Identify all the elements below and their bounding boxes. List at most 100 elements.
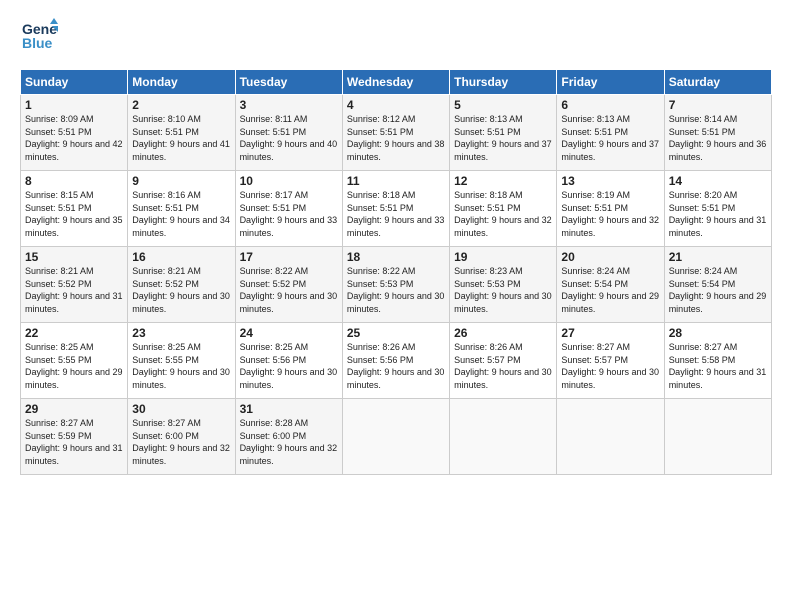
day-info: Sunrise: 8:27 AM Sunset: 5:58 PM Dayligh… <box>669 341 767 391</box>
day-info: Sunrise: 8:27 AM Sunset: 5:57 PM Dayligh… <box>561 341 659 391</box>
calendar-cell: 13Sunrise: 8:19 AM Sunset: 5:51 PM Dayli… <box>557 171 664 247</box>
day-number: 30 <box>132 402 230 416</box>
calendar-cell: 11Sunrise: 8:18 AM Sunset: 5:51 PM Dayli… <box>342 171 449 247</box>
calendar-cell: 19Sunrise: 8:23 AM Sunset: 5:53 PM Dayli… <box>450 247 557 323</box>
calendar-cell <box>664 399 771 475</box>
calendar-cell: 9Sunrise: 8:16 AM Sunset: 5:51 PM Daylig… <box>128 171 235 247</box>
calendar-cell: 1Sunrise: 8:09 AM Sunset: 5:51 PM Daylig… <box>21 95 128 171</box>
day-number: 22 <box>25 326 123 340</box>
day-number: 26 <box>454 326 552 340</box>
calendar-cell: 30Sunrise: 8:27 AM Sunset: 6:00 PM Dayli… <box>128 399 235 475</box>
day-header: Friday <box>557 70 664 95</box>
day-info: Sunrise: 8:22 AM Sunset: 5:52 PM Dayligh… <box>240 265 338 315</box>
day-number: 29 <box>25 402 123 416</box>
day-info: Sunrise: 8:13 AM Sunset: 5:51 PM Dayligh… <box>561 113 659 163</box>
day-info: Sunrise: 8:20 AM Sunset: 5:51 PM Dayligh… <box>669 189 767 239</box>
calendar-cell: 28Sunrise: 8:27 AM Sunset: 5:58 PM Dayli… <box>664 323 771 399</box>
day-number: 17 <box>240 250 338 264</box>
day-number: 7 <box>669 98 767 112</box>
day-header: Tuesday <box>235 70 342 95</box>
calendar-cell: 18Sunrise: 8:22 AM Sunset: 5:53 PM Dayli… <box>342 247 449 323</box>
calendar-cell <box>557 399 664 475</box>
day-info: Sunrise: 8:10 AM Sunset: 5:51 PM Dayligh… <box>132 113 230 163</box>
day-info: Sunrise: 8:21 AM Sunset: 5:52 PM Dayligh… <box>132 265 230 315</box>
svg-text:Blue: Blue <box>22 35 53 51</box>
day-info: Sunrise: 8:25 AM Sunset: 5:55 PM Dayligh… <box>25 341 123 391</box>
day-number: 3 <box>240 98 338 112</box>
day-number: 31 <box>240 402 338 416</box>
calendar-week-row: 15 Sunrise: 8:21 AM Sunset: 5:52 PM Dayli… <box>21 247 772 323</box>
day-number: 8 <box>25 174 123 188</box>
day-info: Sunrise: 8:13 AM Sunset: 5:51 PM Dayligh… <box>454 113 552 163</box>
day-number: 24 <box>240 326 338 340</box>
day-number: 25 <box>347 326 445 340</box>
day-info: Sunrise: 8:26 AM Sunset: 5:57 PM Dayligh… <box>454 341 552 391</box>
day-info: Sunrise: 8:16 AM Sunset: 5:51 PM Dayligh… <box>132 189 230 239</box>
calendar-cell: 25Sunrise: 8:26 AM Sunset: 5:56 PM Dayli… <box>342 323 449 399</box>
calendar-cell: 7Sunrise: 8:14 AM Sunset: 5:51 PM Daylig… <box>664 95 771 171</box>
day-header: Wednesday <box>342 70 449 95</box>
header: General Blue <box>20 16 772 59</box>
calendar-cell: 23Sunrise: 8:25 AM Sunset: 5:55 PM Dayli… <box>128 323 235 399</box>
day-info: Sunrise: 8:25 AM Sunset: 5:56 PM Dayligh… <box>240 341 338 391</box>
day-number: 13 <box>561 174 659 188</box>
day-info: Sunrise: 8:24 AM Sunset: 5:54 PM Dayligh… <box>561 265 659 315</box>
day-info: Sunrise: 8:11 AM Sunset: 5:51 PM Dayligh… <box>240 113 338 163</box>
calendar-cell: 8Sunrise: 8:15 AM Sunset: 5:51 PM Daylig… <box>21 171 128 247</box>
day-info: Sunrise: 8:26 AM Sunset: 5:56 PM Dayligh… <box>347 341 445 391</box>
day-number: 18 <box>347 250 445 264</box>
day-number: 27 <box>561 326 659 340</box>
calendar-cell: 12Sunrise: 8:18 AM Sunset: 5:51 PM Dayli… <box>450 171 557 247</box>
day-number: 15 <box>25 250 123 264</box>
day-info: Sunrise: 8:27 AM Sunset: 5:59 PM Dayligh… <box>25 417 123 467</box>
day-info: Sunrise: 8:25 AM Sunset: 5:55 PM Dayligh… <box>132 341 230 391</box>
day-info: Sunrise: 8:22 AM Sunset: 5:53 PM Dayligh… <box>347 265 445 315</box>
day-info: Sunrise: 8:17 AM Sunset: 5:51 PM Dayligh… <box>240 189 338 239</box>
calendar-cell <box>450 399 557 475</box>
day-number: 16 <box>132 250 230 264</box>
calendar-cell: 31Sunrise: 8:28 AM Sunset: 6:00 PM Dayli… <box>235 399 342 475</box>
header-row: SundayMondayTuesdayWednesdayThursdayFrid… <box>21 70 772 95</box>
calendar-week-row: 22Sunrise: 8:25 AM Sunset: 5:55 PM Dayli… <box>21 323 772 399</box>
day-number: 4 <box>347 98 445 112</box>
calendar-cell: 16Sunrise: 8:21 AM Sunset: 5:52 PM Dayli… <box>128 247 235 323</box>
day-info: Sunrise: 8:09 AM Sunset: 5:51 PM Dayligh… <box>25 113 123 163</box>
calendar-cell: 22Sunrise: 8:25 AM Sunset: 5:55 PM Dayli… <box>21 323 128 399</box>
calendar-week-row: 8Sunrise: 8:15 AM Sunset: 5:51 PM Daylig… <box>21 171 772 247</box>
day-info: Sunrise: 8:27 AM Sunset: 6:00 PM Dayligh… <box>132 417 230 467</box>
day-number: 23 <box>132 326 230 340</box>
day-header: Monday <box>128 70 235 95</box>
day-header: Thursday <box>450 70 557 95</box>
page: General Blue SundayMondayTuesdayWednesda… <box>0 0 792 491</box>
day-number: 19 <box>454 250 552 264</box>
day-info: Sunrise: 8:15 AM Sunset: 5:51 PM Dayligh… <box>25 189 123 239</box>
calendar-table: SundayMondayTuesdayWednesdayThursdayFrid… <box>20 69 772 475</box>
calendar-cell: 27Sunrise: 8:27 AM Sunset: 5:57 PM Dayli… <box>557 323 664 399</box>
calendar-week-row: 1Sunrise: 8:09 AM Sunset: 5:51 PM Daylig… <box>21 95 772 171</box>
day-number: 6 <box>561 98 659 112</box>
calendar-cell: 15Sunrise: 8:21 AM Sunset: 5:52 PM Dayli… <box>21 247 128 323</box>
calendar-cell: 21Sunrise: 8:24 AM Sunset: 5:54 PM Dayli… <box>664 247 771 323</box>
calendar-cell: 6Sunrise: 8:13 AM Sunset: 5:51 PM Daylig… <box>557 95 664 171</box>
logo: General Blue <box>20 16 58 59</box>
day-info: Sunrise: 8:14 AM Sunset: 5:51 PM Dayligh… <box>669 113 767 163</box>
calendar-cell: 4Sunrise: 8:12 AM Sunset: 5:51 PM Daylig… <box>342 95 449 171</box>
day-number: 10 <box>240 174 338 188</box>
calendar-cell: 14Sunrise: 8:20 AM Sunset: 5:51 PM Dayli… <box>664 171 771 247</box>
day-info: Sunrise: 8:28 AM Sunset: 6:00 PM Dayligh… <box>240 417 338 467</box>
day-header: Saturday <box>664 70 771 95</box>
calendar-week-row: 29Sunrise: 8:27 AM Sunset: 5:59 PM Dayli… <box>21 399 772 475</box>
day-number: 5 <box>454 98 552 112</box>
day-info: Sunrise: 8:18 AM Sunset: 5:51 PM Dayligh… <box>347 189 445 239</box>
day-info: Sunrise: 8:23 AM Sunset: 5:53 PM Dayligh… <box>454 265 552 315</box>
calendar-cell: 3Sunrise: 8:11 AM Sunset: 5:51 PM Daylig… <box>235 95 342 171</box>
day-number: 11 <box>347 174 445 188</box>
day-number: 2 <box>132 98 230 112</box>
day-number: 20 <box>561 250 659 264</box>
calendar-cell <box>342 399 449 475</box>
calendar-cell: 24Sunrise: 8:25 AM Sunset: 5:56 PM Dayli… <box>235 323 342 399</box>
day-number: 1 <box>25 98 123 112</box>
day-number: 21 <box>669 250 767 264</box>
day-info: Sunrise: 8:12 AM Sunset: 5:51 PM Dayligh… <box>347 113 445 163</box>
day-header: Sunday <box>21 70 128 95</box>
